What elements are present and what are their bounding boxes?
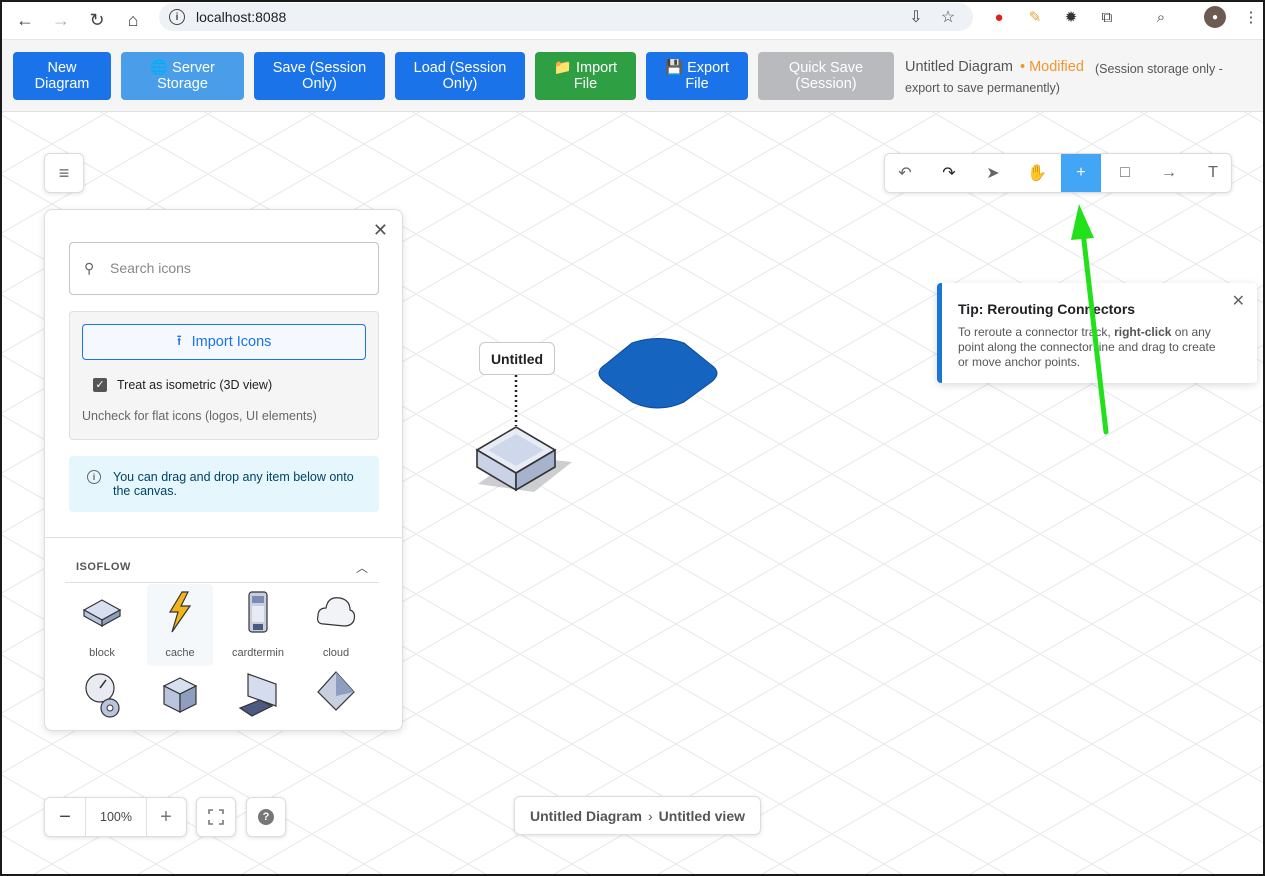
zoom-controls: − 100% + [44,797,187,837]
opera-extension-icon[interactable]: ● [988,6,1010,28]
install-app-icon[interactable]: ⇩ [906,7,926,27]
search-field[interactable]: ⚲ [69,242,379,295]
search-input[interactable] [108,257,358,279]
connector-icon[interactable]: → [1149,154,1189,192]
quick-save-button[interactable]: Quick Save (Session) [758,52,894,100]
desktop-icon [238,673,277,717]
breadcrumb-separator: › [647,807,653,824]
diamond-icon [317,671,355,711]
block-icon [82,599,122,628]
import-section: ⭱ Import Icons ✓ Treat as isometric (3D … [69,311,379,440]
icon-item-block[interactable]: block [69,584,135,666]
tools-bar: ↶ ↷ ➤ ✋ + □ → T [884,153,1232,193]
icon-item-cache[interactable]: cache [147,584,213,666]
icon-item-desktop[interactable] [225,664,291,730]
modified-status: • Modified [1020,59,1084,75]
drag-info-box: i You can drag and drop any item below o… [69,456,379,512]
gear-extension-icon[interactable]: ✹ [1060,6,1082,28]
load-session-button[interactable]: Load (Session Only) [395,52,525,100]
add-icon[interactable]: + [1061,154,1101,192]
fit-to-screen-button[interactable] [196,797,236,837]
diagram-title: Untitled Diagram [905,59,1013,75]
isometric-checkbox-label[interactable]: Treat as isometric (3D view) [117,378,272,392]
lightning-icon [168,591,192,633]
panel-divider [45,537,402,538]
node-label[interactable]: Untitled [479,342,555,375]
pan-icon[interactable]: ✋ [1017,154,1057,192]
zoom-out-button[interactable]: − [45,798,85,836]
url-text[interactable]: localhost:8088 [196,9,286,25]
server-storage-button[interactable]: 🌐 Server Storage [121,52,244,100]
main-menu-button[interactable]: ≡ [44,153,84,193]
info-icon: i [87,470,101,484]
chevron-up-icon[interactable]: ︿ [356,559,368,576]
icon-label: cloud [322,647,350,659]
search-icon: ⚲ [84,260,95,276]
cloud-icon [317,597,356,627]
import-file-button[interactable]: 📁 Import File [535,52,636,100]
icon-item-cogs[interactable] [69,664,135,730]
export-file-button[interactable]: 💾 Export File [646,52,748,100]
drag-info-text: You can drag and drop any item below ont… [113,470,354,498]
text-icon[interactable]: T [1193,154,1233,192]
icon-panel: ✕ ⚲ ⭱ Import Icons ✓ Treat as isometric … [44,209,403,731]
redo-icon[interactable]: ↷ [929,154,969,192]
icon-item-diamond[interactable] [303,664,369,730]
forward-icon[interactable]: → [47,6,75,34]
icon-label: block [89,647,115,659]
fullscreen-icon [208,809,224,825]
import-icons-button[interactable]: ⭱ Import Icons [82,324,366,360]
help-button[interactable]: ? [246,797,286,837]
breadcrumb-view[interactable]: Untitled view [659,808,745,824]
section-divider [65,582,379,583]
address-bar[interactable]: i localhost:8088 ⇩ ☆ [159,3,973,31]
icon-item-cardterminal[interactable]: cardtermin [225,584,291,666]
edit-extension-icon[interactable]: ✎ [1024,6,1046,28]
flat-icons-note: Uncheck for flat icons (logos, UI elemen… [82,409,317,423]
browser-bar: ← → ↻ ⌂ i localhost:8088 ⇩ ☆ ● ✎ ✹ ⧉ ⌕ ●… [0,0,1265,40]
isometric-checkbox[interactable]: ✓ [93,378,107,392]
select-icon[interactable]: ➤ [973,154,1013,192]
tip-card: Tip: Rerouting Connectors To reroute a c… [937,283,1257,383]
undo-icon[interactable]: ↶ [885,154,925,192]
icon-label: cache [165,647,195,659]
breadcrumb-diagram[interactable]: Untitled Diagram [530,808,642,824]
app-toolbar: New Diagram 🌐 Server Storage Save (Session… [0,40,1265,112]
site-info-icon[interactable]: i [169,9,185,25]
rectangle-icon[interactable]: □ [1105,154,1145,192]
icon-item-cube[interactable] [147,664,213,730]
upload-icon: ⭱ [176,332,182,349]
zoom-level: 100% [85,798,147,836]
tip-title: Tip: Rerouting Connectors [958,301,1136,317]
tip-text: To reroute a connector track, right-clic… [958,325,1216,369]
tip-close-icon[interactable]: ✕ [1232,291,1245,311]
cube-icon [162,677,198,713]
bookmark-star-icon[interactable]: ☆ [938,7,958,27]
profile-avatar[interactable]: ● [1204,6,1226,28]
save-session-button[interactable]: Save (Session Only) [254,52,385,100]
new-diagram-button[interactable]: New Diagram [13,52,111,100]
icon-item-cloud[interactable]: cloud [303,584,369,666]
tab-search-icon[interactable]: ⌕ [1150,6,1172,28]
extensions-puzzle-icon[interactable]: ⧉ [1096,6,1118,28]
browser-menu-icon[interactable]: ⋮ [1240,6,1262,28]
cog-clock-icon [85,673,120,718]
card-terminal-icon [248,591,268,633]
zoom-in-button[interactable]: + [146,798,186,836]
back-icon[interactable]: ← [11,6,39,34]
section-title[interactable]: ISOFLOW [76,561,131,573]
panel-close-icon[interactable]: ✕ [373,220,388,241]
icon-label: cardtermin [232,647,284,659]
home-icon[interactable]: ⌂ [119,6,147,34]
help-icon: ? [258,809,274,825]
reload-icon[interactable]: ↻ [83,6,111,34]
breadcrumb: Untitled Diagram › Untitled view [514,796,761,835]
